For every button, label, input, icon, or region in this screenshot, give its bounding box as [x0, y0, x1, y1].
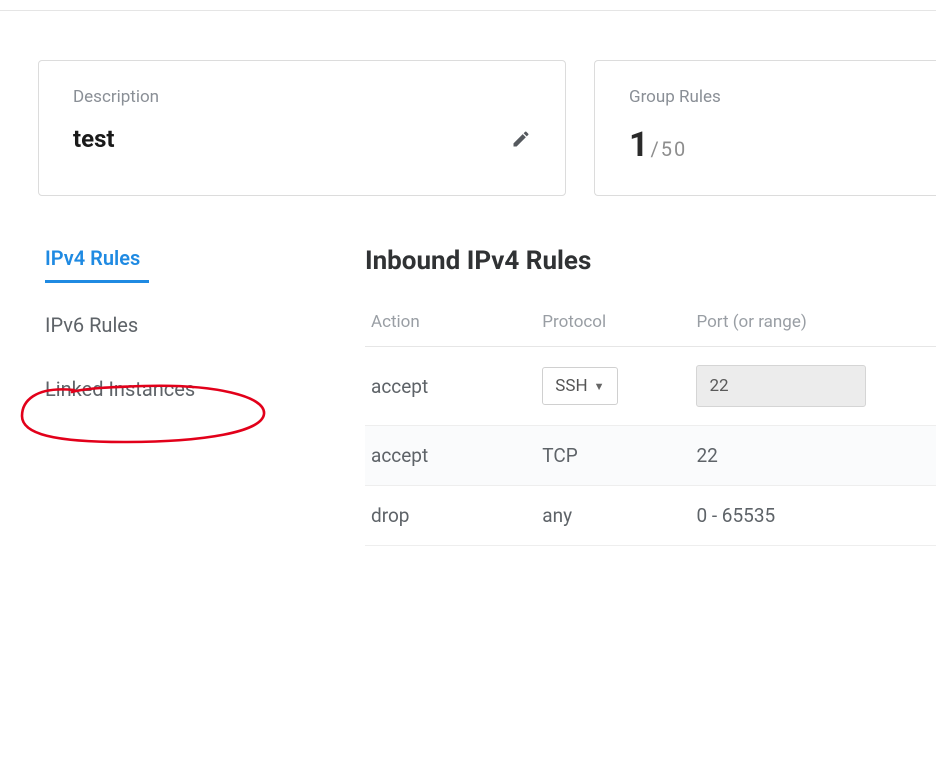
nav-linked-instances[interactable]: Linked Instances [45, 377, 225, 411]
cell-action: accept [365, 426, 536, 486]
rules-table: Action Protocol Port (or range) accept S… [365, 312, 936, 546]
protocol-select[interactable]: SSH ▼ [542, 367, 617, 405]
table-row: drop any 0 - 65535 [365, 486, 936, 546]
col-header-protocol: Protocol [536, 312, 690, 347]
cell-action: accept [365, 347, 536, 426]
table-row: accept SSH ▼ [365, 347, 936, 426]
group-rules-count: 1 /50 [629, 125, 906, 165]
content-pane: Inbound IPv4 Rules Action Protocol Port … [365, 246, 936, 546]
nav-label: Linked Instances [45, 377, 195, 401]
port-input[interactable] [696, 365, 866, 407]
nav-ipv6-rules[interactable]: IPv6 Rules [45, 313, 225, 347]
cell-port: 22 [690, 426, 936, 486]
col-header-action: Action [365, 312, 536, 347]
description-value: test [73, 125, 115, 153]
description-label: Description [73, 87, 531, 107]
group-rules-current: 1 [629, 125, 649, 165]
group-rules-card: Group Rules 1 /50 [594, 60, 936, 196]
edit-icon[interactable] [511, 129, 531, 149]
nav-ipv4-rules[interactable]: IPv4 Rules [45, 246, 149, 283]
nav-label: IPv4 Rules [45, 246, 140, 270]
group-rules-max: /50 [651, 137, 688, 161]
table-row: accept TCP 22 [365, 426, 936, 486]
divider-top [0, 10, 936, 11]
main-area: IPv4 Rules IPv6 Rules Linked Instances I… [0, 196, 936, 546]
group-rules-label: Group Rules [629, 87, 906, 107]
content-title: Inbound IPv4 Rules [365, 246, 936, 276]
cell-protocol: TCP [536, 426, 690, 486]
summary-panels: Description test Group Rules 1 /50 [0, 0, 936, 196]
chevron-down-icon: ▼ [594, 380, 605, 393]
protocol-select-value: SSH [555, 376, 587, 396]
nav-label: IPv6 Rules [45, 313, 138, 337]
cell-protocol: any [536, 486, 690, 546]
cell-action: drop [365, 486, 536, 546]
description-card: Description test [38, 60, 566, 196]
side-nav: IPv4 Rules IPv6 Rules Linked Instances [45, 246, 225, 546]
cell-port: 0 - 65535 [690, 486, 936, 546]
col-header-port: Port (or range) [690, 312, 936, 347]
